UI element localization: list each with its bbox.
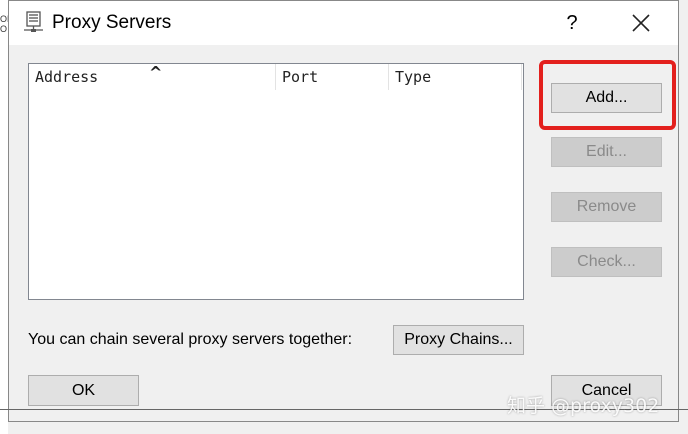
help-button[interactable]: ? (557, 7, 587, 39)
title-bar: Proxy Servers ? (9, 1, 678, 45)
proxy-servers-dialog: Proxy Servers ? Address ^ Port Type Add.… (8, 0, 679, 422)
column-label-address: Address (35, 68, 99, 86)
server-icon (23, 11, 45, 35)
column-label-type: Type (395, 68, 432, 86)
proxy-list[interactable]: Address ^ Port Type (28, 63, 524, 300)
edit-button[interactable]: Edit... (551, 137, 662, 167)
check-button[interactable]: Check... (551, 247, 662, 277)
highlight-box (539, 60, 676, 130)
close-button[interactable] (621, 7, 661, 39)
remove-button[interactable]: Remove (551, 192, 662, 222)
dialog-title: Proxy Servers (52, 12, 172, 33)
ok-button[interactable]: OK (28, 375, 139, 406)
column-header-address[interactable]: Address ^ (29, 63, 276, 90)
column-header-type[interactable]: Type (389, 64, 522, 90)
proxy-chains-button[interactable]: Proxy Chains... (393, 325, 524, 355)
sort-ascending-icon: ^ (149, 63, 163, 82)
chain-description: You can chain several proxy servers toge… (28, 331, 353, 348)
background-window-edge: OM O (0, 0, 15, 434)
column-label-port: Port (282, 68, 319, 86)
watermark-text: 知乎 @proxy302 (507, 395, 660, 417)
list-header: Address ^ Port Type (29, 63, 523, 90)
close-icon (632, 14, 650, 32)
column-header-port[interactable]: Port (276, 64, 389, 90)
